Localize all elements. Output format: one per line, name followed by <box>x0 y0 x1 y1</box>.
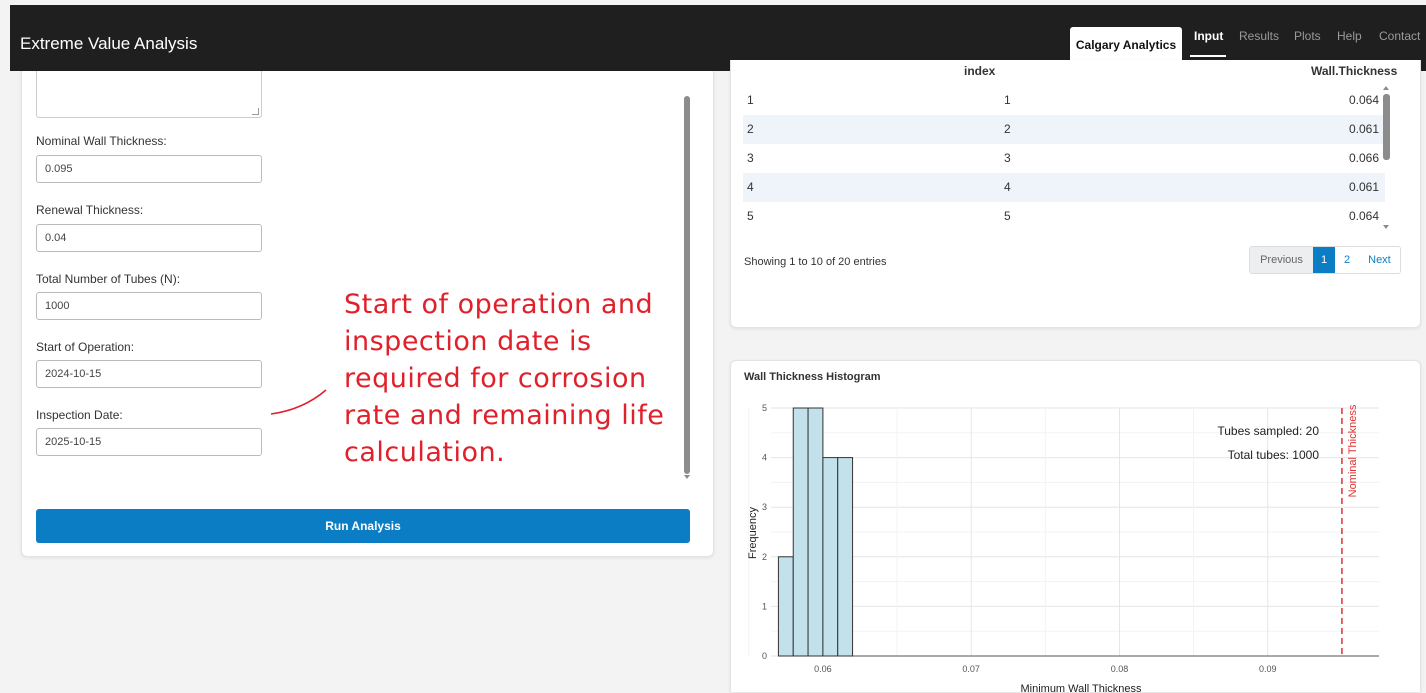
nominal-thickness-input[interactable]: 0.095 <box>36 155 262 183</box>
annotation-line: Start of operation and <box>344 289 654 320</box>
inspection-date-input[interactable]: 2025-10-15 <box>36 428 262 456</box>
resize-grip-icon[interactable] <box>252 108 259 115</box>
x-tick-label: 0.09 <box>1259 664 1277 674</box>
row-wall-thickness: 0.064 <box>1348 209 1379 223</box>
table-row: 1 1 0.064 <box>743 86 1385 115</box>
row-wall-thickness: 0.064 <box>1348 93 1379 107</box>
nominal-thickness-label: Nominal Thickness <box>1347 404 1359 497</box>
page-1-button[interactable]: 1 <box>1313 247 1335 273</box>
tab-help[interactable]: Help <box>1337 29 1362 43</box>
row-index: 3 <box>1004 151 1011 165</box>
y-tick-label: 0 <box>762 651 767 661</box>
y-axis-title: Frequency <box>747 507 759 559</box>
start-of-operation-input[interactable]: 2024-10-15 <box>36 360 262 388</box>
row-number: 2 <box>747 122 754 136</box>
table-scrollbar[interactable] <box>1383 94 1390 160</box>
annotation-pointer-line <box>270 389 327 415</box>
histogram-chart: Nominal Thickness Tubes sampled: 20 Total … <box>747 403 1379 693</box>
table-row: 3 3 0.066 <box>743 144 1385 173</box>
histogram-panel: Wall Thickness Histogram Nominal Thickne… <box>730 360 1421 693</box>
row-wall-thickness: 0.066 <box>1348 151 1379 165</box>
row-wall-thickness: 0.061 <box>1348 122 1379 136</box>
total-tubes-label: Total Number of Tubes (N): <box>36 272 181 286</box>
annotation-line: inspection date is <box>344 326 592 357</box>
nominal-thickness-label: Nominal Wall Thickness: <box>36 134 167 148</box>
pagination: Previous 1 2 Next <box>1249 246 1401 274</box>
chart-annotation: Total tubes: 1000 <box>1228 448 1320 462</box>
row-number: 3 <box>747 151 754 165</box>
run-analysis-button[interactable]: Run Analysis <box>36 509 690 543</box>
row-index: 4 <box>1004 180 1011 194</box>
table-scroll-up-icon[interactable] <box>1383 86 1389 90</box>
row-number: 1 <box>747 93 754 107</box>
table-scroll-down-icon[interactable] <box>1383 225 1389 229</box>
row-number: 5 <box>747 209 754 223</box>
renewal-thickness-input[interactable]: 0.04 <box>36 224 262 252</box>
table-row: 5 5 0.064 <box>743 202 1385 231</box>
previous-page-button[interactable]: Previous <box>1250 247 1313 273</box>
next-page-button[interactable]: Next <box>1359 247 1400 273</box>
notes-textarea[interactable] <box>36 71 262 118</box>
total-tubes-input[interactable]: 1000 <box>36 292 262 320</box>
annotation-line: calculation. <box>344 437 506 468</box>
row-index: 5 <box>1004 209 1011 223</box>
histogram-bar <box>822 457 839 657</box>
column-header-wall-thickness[interactable]: Wall.Thickness <box>1311 64 1397 78</box>
histogram-bar <box>777 556 794 657</box>
x-tick-label: 0.06 <box>814 664 832 674</box>
annotation-line: rate and remaining life <box>344 400 665 431</box>
active-tab-indicator <box>1190 55 1226 57</box>
y-tick-label: 3 <box>762 502 767 512</box>
row-index: 2 <box>1004 122 1011 136</box>
column-header-index[interactable]: index <box>964 64 995 78</box>
inspection-date-label: Inspection Date: <box>36 408 123 422</box>
tab-input[interactable]: Input <box>1194 29 1223 43</box>
row-number: 4 <box>747 180 754 194</box>
y-tick-label: 2 <box>762 552 767 562</box>
x-tick-label: 0.07 <box>962 664 980 674</box>
table-row: 2 2 0.061 <box>743 115 1385 144</box>
annotation-line: required for corrosion <box>344 363 647 394</box>
table-row: 4 4 0.061 <box>743 173 1385 202</box>
company-button[interactable]: Calgary Analytics <box>1070 27 1182 63</box>
scroll-down-arrow-icon[interactable] <box>684 475 690 479</box>
tab-contact[interactable]: Contact <box>1379 29 1420 43</box>
row-wall-thickness: 0.061 <box>1348 180 1379 194</box>
app-title: Extreme Value Analysis <box>20 34 198 53</box>
data-table-panel: index Wall.Thickness 1 1 0.064 2 2 0.061… <box>730 60 1421 328</box>
histogram-bar <box>837 457 854 657</box>
row-index: 1 <box>1004 93 1011 107</box>
y-tick-label: 1 <box>762 601 767 611</box>
page-2-button[interactable]: 2 <box>1335 247 1360 273</box>
start-of-operation-label: Start of Operation: <box>36 340 135 354</box>
renewal-thickness-label: Renewal Thickness: <box>36 203 144 217</box>
x-tick-label: 0.08 <box>1111 664 1129 674</box>
tab-results[interactable]: Results <box>1239 29 1279 43</box>
chart-annotation: Tubes sampled: 20 <box>1217 424 1319 438</box>
table-info: Showing 1 to 10 of 20 entries <box>744 256 887 268</box>
annotation-callout: Start of operation and inspection date i… <box>344 286 814 471</box>
tab-plots[interactable]: Plots <box>1294 29 1321 43</box>
